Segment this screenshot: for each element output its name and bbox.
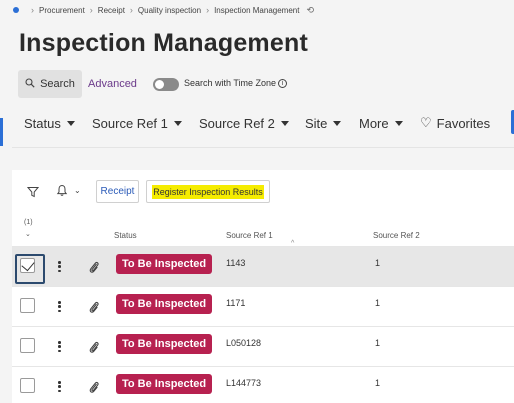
status-badge: To Be Inspected — [116, 254, 213, 274]
filter-site[interactable]: Site — [305, 115, 342, 131]
favorites-label: Favorites — [436, 115, 491, 131]
search-button-label: Search — [40, 78, 75, 90]
heart-icon: ♡ — [420, 115, 432, 130]
chevron-right-icon: › — [206, 5, 210, 15]
register-inspection-results-button[interactable]: Register Inspection Results — [146, 180, 270, 203]
breadcrumb: › Procurement › Receipt › Quality inspec… — [13, 4, 314, 16]
more-options-icon[interactable] — [58, 381, 61, 392]
selection-count: (1) — [24, 219, 33, 226]
timezone-label-text: Search with Time Zone — [184, 78, 277, 88]
caret-down-icon — [333, 120, 342, 126]
cell-source-ref-1: 1143 — [226, 258, 246, 268]
table-row[interactable]: To Be Inspected 1143 1 — [12, 247, 514, 287]
filter-funnel-icon[interactable] — [26, 185, 40, 198]
more-options-icon[interactable] — [58, 301, 61, 312]
cell-source-ref-2: 1 — [375, 258, 381, 268]
table-row[interactable]: To Be Inspected L050128 1 — [12, 327, 514, 367]
filter-source-ref-2[interactable]: Source Ref 2 — [199, 116, 289, 131]
filter-bar: Status Source Ref 1 Source Ref 2 Site Mo… — [0, 111, 514, 135]
cell-source-ref-1: L144773 — [226, 378, 262, 388]
refresh-icon[interactable]: ⟲ — [306, 5, 314, 16]
more-options-icon[interactable] — [58, 261, 61, 272]
caret-down-icon — [280, 120, 289, 126]
filter-site-label: Site — [305, 115, 328, 131]
table-row[interactable]: To Be Inspected 1171 1 — [12, 287, 514, 327]
cell-source-ref-1: L050128 — [226, 338, 262, 348]
paperclip-icon[interactable] — [88, 340, 100, 354]
chevron-down-icon[interactable]: ⌄ — [25, 230, 31, 238]
breadcrumb-item-procurement[interactable]: Procurement — [39, 6, 85, 15]
cell-source-ref-2: 1 — [375, 298, 381, 308]
page-title: Inspection Management — [19, 29, 308, 57]
breadcrumb-item-receipt[interactable]: Receipt — [98, 6, 125, 15]
column-header-source-ref-1[interactable]: Source Ref 1 — [226, 231, 273, 240]
register-inspection-results-label: Register Inspection Results — [152, 184, 264, 199]
filter-more-label: More — [359, 115, 389, 131]
caret-down-icon — [394, 120, 403, 126]
paperclip-icon[interactable] — [88, 260, 100, 274]
row-checkbox[interactable] — [20, 338, 35, 353]
paperclip-icon[interactable] — [88, 380, 100, 394]
advanced-search-link[interactable]: Advanced — [88, 78, 137, 90]
row-checkbox[interactable] — [20, 378, 35, 393]
search-icon — [25, 77, 35, 91]
cell-source-ref-1: 1171 — [226, 298, 246, 308]
status-badge: To Be Inspected — [116, 374, 213, 394]
caret-down-icon — [66, 120, 75, 126]
column-header-status[interactable]: Status — [114, 231, 137, 240]
filter-status[interactable]: Status — [24, 116, 75, 131]
timezone-toggle[interactable] — [153, 78, 179, 91]
caret-down-icon — [173, 120, 182, 126]
filter-source-ref-1[interactable]: Source Ref 1 — [92, 116, 182, 131]
row-checkbox[interactable] — [20, 298, 35, 313]
chevron-right-icon: › — [129, 5, 133, 15]
timezone-label: Search with Time Zone i — [184, 78, 288, 88]
cell-source-ref-2: 1 — [375, 378, 381, 388]
chevron-down-icon[interactable]: ⌄ — [74, 186, 81, 195]
home-dot-icon[interactable] — [13, 7, 19, 13]
filter-source-ref-1-label: Source Ref 1 — [92, 115, 168, 131]
info-icon[interactable]: i — [278, 78, 288, 88]
column-header-source-ref-2[interactable]: Source Ref 2 — [373, 231, 420, 240]
table-row[interactable]: To Be Inspected L144773 1 — [12, 367, 514, 403]
toggle-knob — [155, 80, 164, 89]
bell-icon[interactable] — [56, 184, 68, 197]
paperclip-icon[interactable] — [88, 300, 100, 314]
status-badge: To Be Inspected — [116, 294, 213, 314]
filter-status-label: Status — [24, 115, 61, 131]
filter-more[interactable]: More — [359, 116, 403, 131]
cell-source-ref-2: 1 — [375, 338, 381, 348]
row-checkbox[interactable] — [20, 258, 35, 273]
chevron-right-icon: › — [31, 5, 34, 15]
favorites-button[interactable]: ♡ Favorites — [420, 115, 490, 131]
search-button[interactable]: Search — [18, 70, 82, 98]
more-options-icon[interactable] — [58, 341, 61, 352]
chevron-right-icon: › — [89, 5, 93, 15]
filter-source-ref-2-label: Source Ref 2 — [199, 115, 275, 131]
receipt-button[interactable]: Receipt — [96, 180, 139, 203]
breadcrumb-item-quality-inspection[interactable]: Quality inspection — [138, 6, 201, 15]
status-badge: To Be Inspected — [116, 334, 213, 354]
divider — [12, 147, 514, 148]
breadcrumb-item-current: Inspection Management — [214, 5, 300, 15]
